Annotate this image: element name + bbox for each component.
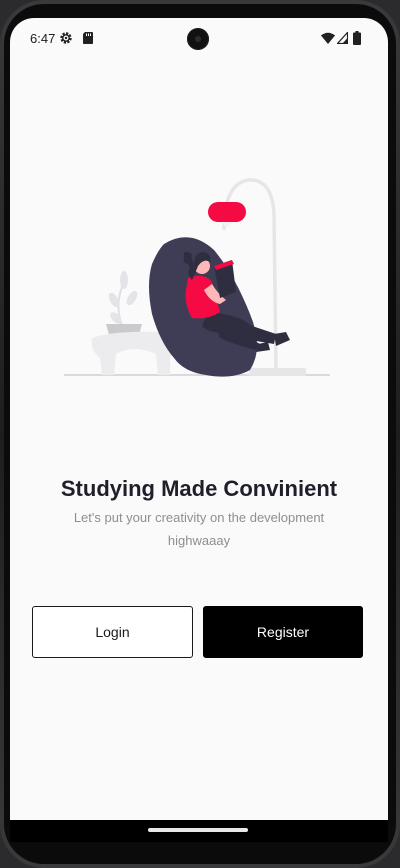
onboarding-subtitle: Let's put your creativity on the develop…	[73, 510, 325, 548]
sd-card-icon	[83, 32, 93, 44]
login-button[interactable]: Login	[32, 606, 193, 658]
register-button[interactable]: Register	[203, 606, 363, 658]
wifi-icon	[321, 32, 335, 44]
status-bar: 6:47	[10, 18, 388, 62]
reading-illustration	[64, 178, 330, 377]
settings-gear-icon	[60, 32, 72, 44]
gesture-navigation-bar	[10, 820, 388, 842]
plant	[106, 271, 142, 340]
front-camera	[187, 28, 209, 50]
battery-icon	[353, 31, 361, 45]
status-time: 6:47	[30, 31, 56, 46]
app-screen: 6:47 Studying Made Convinient Let's put …	[10, 18, 388, 820]
onboarding-headline: Studying Made Convinient	[60, 476, 338, 501]
cellular-signal-icon	[337, 32, 348, 44]
home-gesture-handle[interactable]	[148, 828, 248, 832]
